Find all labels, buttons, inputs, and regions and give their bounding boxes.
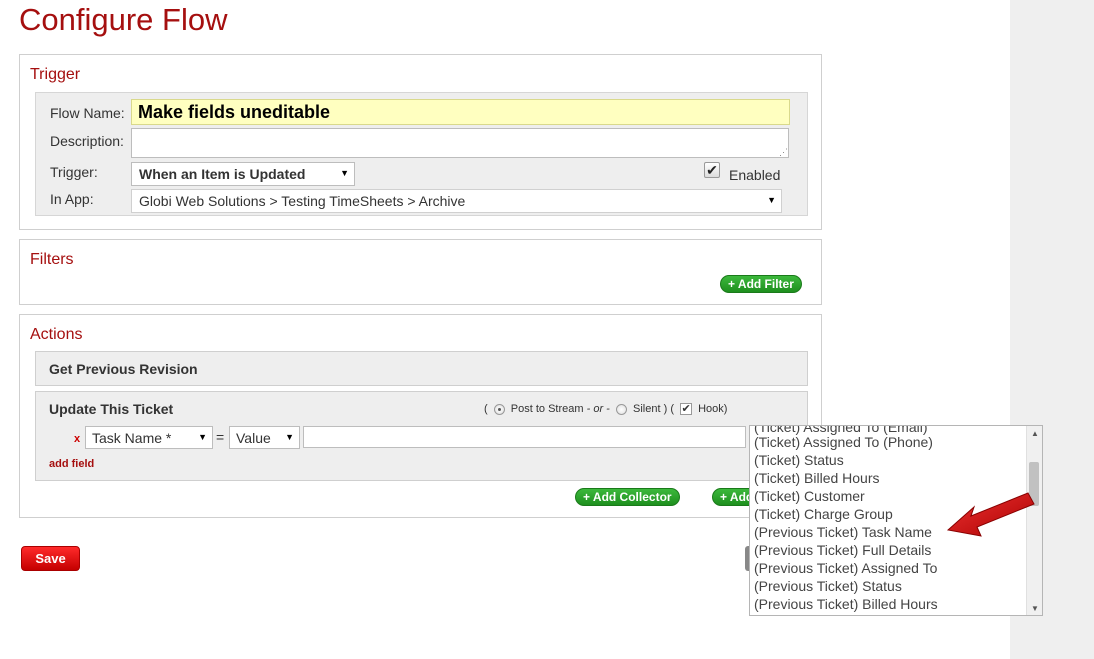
trigger-panel: Trigger Flow Name: Description: ⋰ Trigge… [19,54,822,230]
dropdown-option-highlighted[interactable]: (Previous Ticket) Task Name [754,524,932,540]
page-title: Configure Flow [19,2,228,37]
field-select-value: Task Name * [92,430,172,446]
description-label: Description: [50,133,124,149]
mode-open-paren: ( [484,403,488,415]
enabled-checkbox[interactable]: ✔ [704,161,720,178]
dropdown-option[interactable]: (Previous Ticket) Assigned To [754,560,937,576]
filters-title: Filters [30,251,74,268]
enabled-toggle[interactable]: ✔ Enabled [704,161,780,183]
add-field-link[interactable]: add field [49,458,94,470]
trigger-select-value: When an Item is Updated [139,166,306,182]
description-textarea[interactable]: ⋰ [131,128,789,158]
enabled-label: Enabled [729,167,781,183]
trigger-label: Trigger: [50,164,98,180]
dropdown-option[interactable]: (Ticket) Charge Group [754,506,893,522]
get-previous-revision-title: Get Previous Revision [49,361,198,377]
chevron-down-icon: ▼ [198,432,207,442]
value-type-select-value: Value [236,430,271,446]
or-separator: - or - [586,403,610,415]
in-app-select-value: Globi Web Solutions > Testing TimeSheets… [139,193,466,209]
actions-title: Actions [30,326,83,343]
scroll-down-icon[interactable]: ▼ [1031,604,1039,613]
dropdown-option[interactable]: (Ticket) Assigned To (Phone) [754,434,933,450]
save-button[interactable]: Save [21,546,80,571]
dropdown-option[interactable]: (Ticket) Status [754,452,844,468]
in-app-label: In App: [50,191,94,207]
in-app-select[interactable]: Globi Web Solutions > Testing TimeSheets… [131,189,782,213]
hook-checkbox[interactable]: ✔ [680,403,693,416]
actions-panel: Actions Get Previous Revision Update Thi… [19,314,822,518]
trigger-select[interactable]: When an Item is Updated ▼ [131,162,355,186]
red-arrow-icon [946,492,1035,537]
add-filter-button[interactable]: + Add Filter [720,275,802,293]
silent-label: Silent [632,403,661,415]
hook-open-paren: ( [670,403,674,415]
trigger-form: Flow Name: Description: ⋰ Trigger: When … [35,92,808,216]
filters-panel: Filters + Add Filter [19,239,822,305]
chevron-down-icon: ▼ [285,432,294,442]
flow-name-input[interactable] [131,99,790,125]
field-select[interactable]: Task Name * ▼ [85,426,213,449]
value-type-select[interactable]: Value ▼ [229,426,300,449]
chevron-down-icon: ▼ [767,195,776,205]
value-input[interactable] [303,426,746,448]
hook-label: Hook) [698,403,728,415]
dropdown-option[interactable]: (Ticket) Billed Hours [754,470,880,486]
scroll-up-icon[interactable]: ▲ [1031,429,1039,438]
silent-radio[interactable] [615,403,627,415]
remove-field-button[interactable]: x [74,433,80,445]
equals-sign: = [216,429,225,445]
post-to-stream-radio[interactable] [493,403,505,415]
flow-name-label: Flow Name: [50,105,125,121]
add-collector-button[interactable]: + Add Collector [575,488,680,506]
update-mode-options: ( Post to Stream - or - Silent ) ( ✔ Hoo… [484,403,728,416]
resize-grip-icon[interactable]: ⋰ [779,148,788,157]
get-previous-revision-action[interactable]: Get Previous Revision [35,351,808,386]
dropdown-option[interactable]: (Previous Ticket) Full Details [754,542,931,558]
chevron-down-icon: ▼ [340,168,349,178]
mode-close-paren: ) [663,403,668,415]
update-ticket-action: Update This Ticket ( Post to Stream - or… [35,391,808,481]
post-to-stream-label: Post to Stream [510,403,584,415]
update-ticket-title: Update This Ticket [49,401,174,417]
dropdown-option[interactable]: (Ticket) Customer [754,488,865,504]
dropdown-option[interactable]: (Previous Ticket) Billed Hours [754,596,938,612]
dropdown-option[interactable]: (Previous Ticket) Status [754,578,902,594]
trigger-title: Trigger [30,66,81,83]
